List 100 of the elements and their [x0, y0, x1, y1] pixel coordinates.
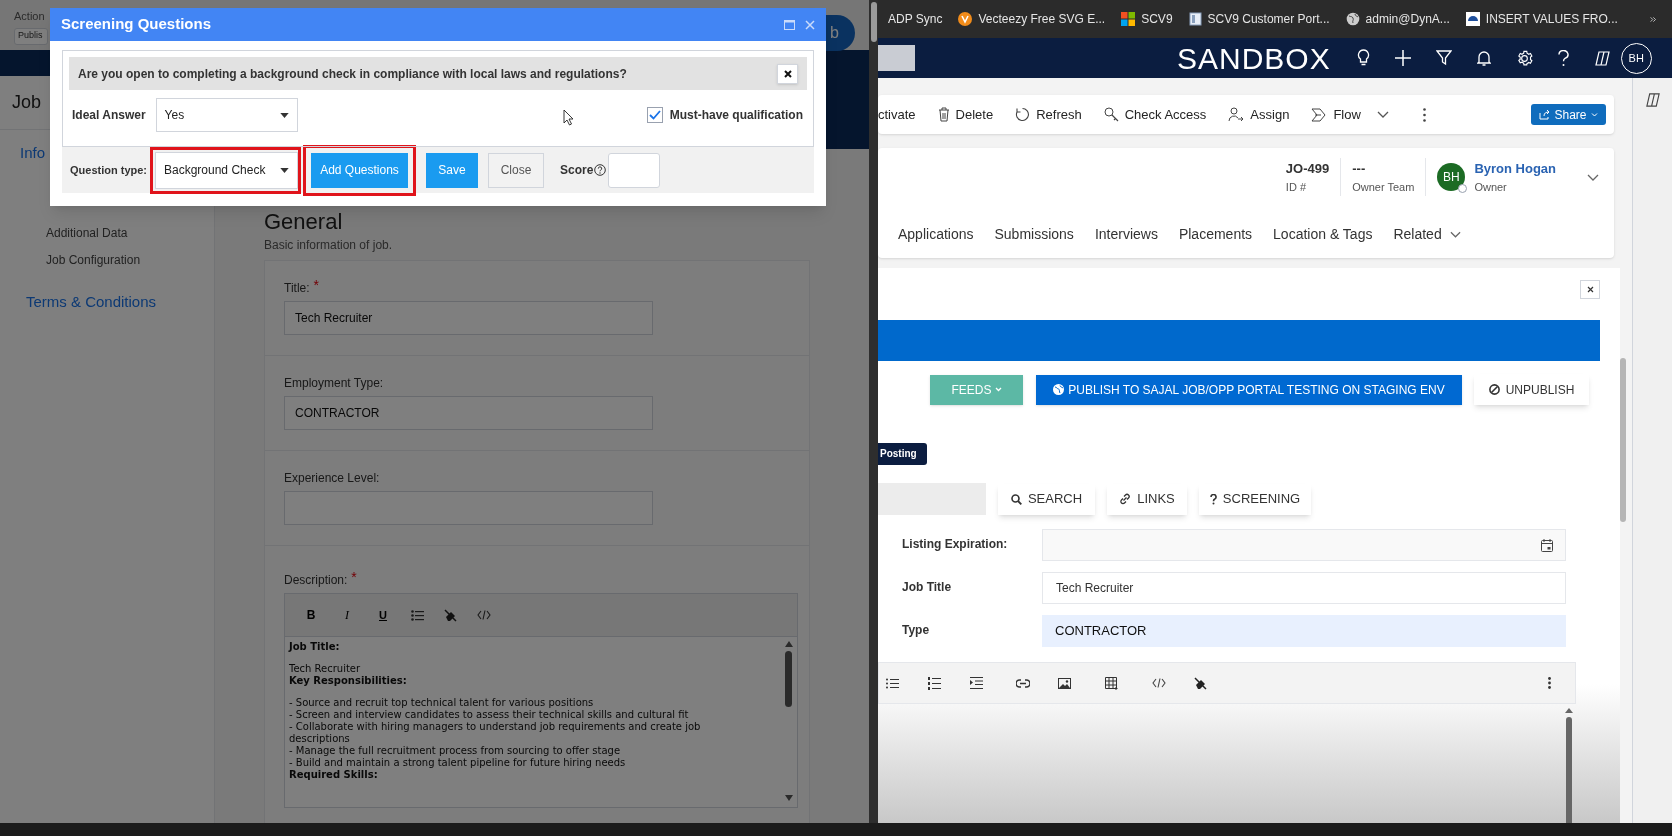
close-icon — [1586, 286, 1594, 293]
date-field[interactable] — [1042, 529, 1566, 561]
text-field[interactable]: Tech Recruiter — [284, 301, 653, 335]
tab[interactable]: Related — [1393, 223, 1461, 245]
underline-button[interactable]: U — [375, 606, 391, 624]
code-icon[interactable] — [1152, 678, 1166, 688]
person-icon — [1228, 107, 1245, 122]
bookmark[interactable]: INSERT VALUES FRO... — [1485, 10, 1618, 28]
image-icon[interactable] — [1058, 677, 1071, 689]
prohibited-icon — [1488, 384, 1500, 395]
page-title: Job — [12, 91, 42, 114]
caret-icon — [279, 112, 289, 118]
scroll-down-icon[interactable] — [784, 795, 793, 801]
bookmark[interactable]: SCV9 — [1141, 10, 1173, 28]
bold-button[interactable]: B — [303, 606, 319, 624]
bookmark[interactable]: Vecteezy Free SVG E... — [978, 10, 1106, 28]
command-button[interactable]: Flow — [1311, 104, 1389, 125]
field-label: Type — [902, 622, 931, 639]
link-icon[interactable] — [1016, 678, 1030, 688]
maximize-icon[interactable] — [784, 19, 795, 30]
search-icon — [1010, 493, 1022, 505]
command-button[interactable]: Assign — [1228, 104, 1290, 125]
sidebar-item[interactable]: Additional Data — [46, 223, 128, 242]
help-icon[interactable] — [1557, 49, 1569, 67]
command-button[interactable]: Refresh — [1015, 104, 1082, 125]
close-button[interactable]: Close — [488, 152, 544, 188]
bookmark[interactable]: ADP Sync — [888, 10, 943, 28]
screening-button[interactable]: SCREENING — [1199, 483, 1311, 515]
command-button[interactable]: ctivate — [878, 104, 916, 125]
filter-icon[interactable] — [1435, 50, 1452, 66]
owner-link[interactable]: Byron Hogan — [1474, 159, 1556, 179]
bookmark[interactable]: SCV9 Customer Port... — [1207, 10, 1330, 28]
tab[interactable]: Placements — [1178, 223, 1253, 245]
dropdown[interactable]: Yes — [155, 98, 298, 132]
copilot-icon[interactable] — [1644, 92, 1661, 108]
section-subtitle: Basic information of job. — [264, 237, 393, 254]
tab[interactable]: Submissions — [994, 223, 1074, 245]
search-field[interactable] — [878, 45, 915, 71]
table-icon[interactable] — [1105, 676, 1119, 690]
text-field[interactable]: Tech Recruiter — [1042, 572, 1566, 604]
scroll-thumb[interactable] — [785, 651, 792, 707]
header-value: --- — [1352, 160, 1366, 178]
chevron-down-icon — [994, 387, 1002, 392]
search-button[interactable]: SEARCH — [998, 483, 1095, 515]
settings-icon[interactable] — [1515, 49, 1533, 67]
tab[interactable]: Applications — [898, 223, 974, 245]
scroll-thumb[interactable] — [1566, 717, 1572, 823]
dropdown[interactable]: Background Check — [155, 151, 298, 189]
globe-icon — [1053, 384, 1065, 395]
share-button[interactable]: Share — [1531, 104, 1606, 125]
code-icon[interactable] — [477, 610, 491, 620]
field-label: Title: — [284, 280, 310, 297]
more-icon[interactable] — [1548, 677, 1551, 689]
command-button[interactable]: Check Access — [1103, 104, 1207, 125]
unpublish-button[interactable]: UNPUBLISH — [1474, 374, 1589, 405]
command-button[interactable]: Delete — [937, 104, 994, 125]
select-field[interactable]: Publis — [14, 27, 48, 45]
header-label: Owner — [1474, 179, 1507, 195]
close-button[interactable] — [1580, 280, 1600, 299]
close-icon[interactable] — [805, 19, 815, 30]
bell-icon[interactable] — [1476, 50, 1491, 66]
scroll-up-icon[interactable] — [1565, 708, 1573, 713]
description-line: - Collaborate with hiring managers to understand job requirements and create job descriptions — [289, 721, 702, 745]
share-icon — [1539, 109, 1551, 120]
scroll-up-icon[interactable] — [784, 641, 793, 647]
chevron-down-icon — [1376, 111, 1389, 118]
chevron-right-icon[interactable] — [1649, 14, 1656, 24]
field-label: Ideal Answer — [72, 107, 146, 124]
sidebar-item[interactable]: Job Configuration — [46, 250, 141, 269]
description-line: - Manage the full recruitment process from sourcing to offer stage — [289, 745, 621, 757]
search-field[interactable] — [878, 483, 986, 515]
italic-button[interactable]: I — [339, 606, 355, 624]
flow-icon — [1311, 107, 1328, 122]
eraser-icon[interactable] — [1194, 676, 1207, 690]
remove-button[interactable] — [777, 63, 798, 84]
field-label: Experience Level: — [284, 470, 380, 487]
tab[interactable]: Interviews — [1094, 223, 1158, 245]
indent-icon[interactable] — [970, 677, 983, 689]
tab[interactable]: Location & Tags — [1273, 223, 1373, 245]
description-line: - Screen and interview candidates to assess their technical skills and cultural fit — [289, 709, 689, 721]
publish-button[interactable]: PUBLISH TO SAJAL JOB/OPP PORTAL TESTING ON STAGING ENV — [1036, 374, 1462, 405]
field-label: Job Title — [902, 579, 953, 596]
description-line: Key Responsibilities: — [289, 675, 407, 688]
text-field[interactable]: CONTRACTOR — [284, 396, 653, 430]
bulleted-list-icon[interactable] — [886, 677, 899, 689]
bookmark[interactable]: admin@DynA... — [1365, 10, 1450, 28]
rich-text-editor[interactable] — [284, 593, 798, 808]
plus-icon[interactable] — [1394, 50, 1411, 66]
section-title: General — [264, 208, 343, 236]
score-field[interactable] — [608, 152, 661, 188]
numbered-list-icon[interactable] — [928, 676, 941, 690]
checkbox[interactable] — [646, 107, 663, 123]
chevron-down-icon — [1590, 112, 1598, 117]
text-field[interactable]: CONTRACTOR — [1042, 615, 1566, 647]
lightbulb-icon[interactable] — [1356, 49, 1370, 67]
links-button[interactable]: LINKS — [1107, 483, 1187, 515]
more-icon[interactable] — [1422, 107, 1426, 122]
list-icon[interactable] — [411, 609, 424, 621]
help-icon — [594, 164, 607, 176]
copilot-icon[interactable] — [1593, 49, 1611, 67]
